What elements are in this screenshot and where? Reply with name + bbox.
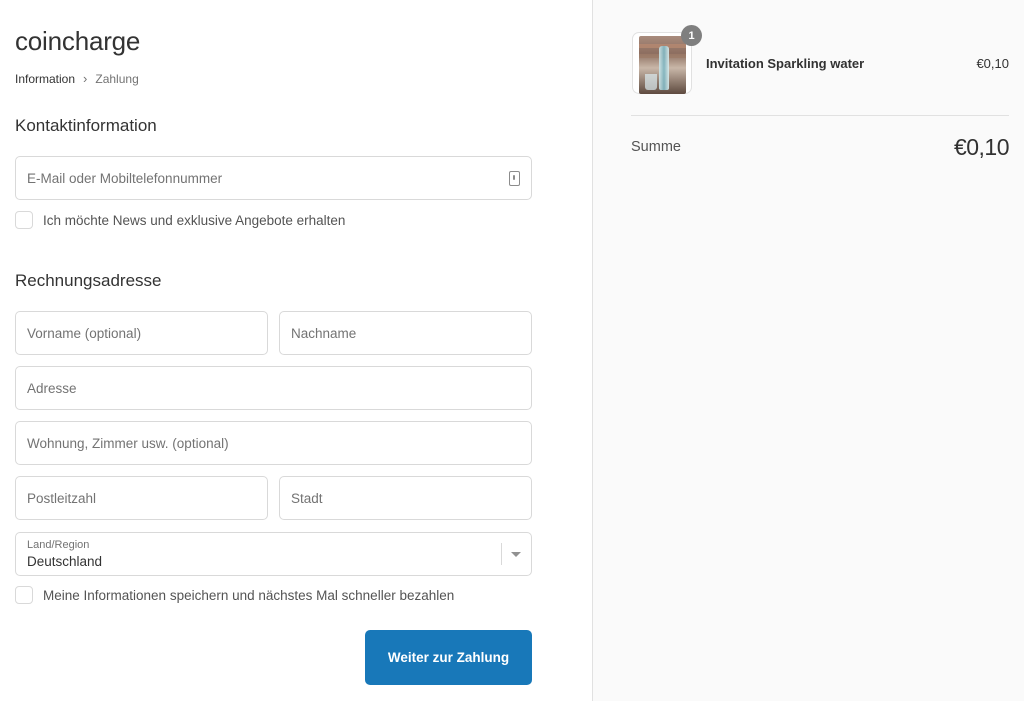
country-select[interactable]: Land/Region Deutschland <box>15 532 532 576</box>
billing-section-title: Rechnungsadresse <box>15 271 162 290</box>
checkout-main: coincharge Information › Zahlung Kontakt… <box>0 0 592 701</box>
total-value: €0,10 <box>953 134 1010 160</box>
address-field[interactable]: Adresse <box>15 366 532 410</box>
continue-to-payment-button[interactable]: Weiter zur Zahlung <box>365 630 532 685</box>
select-divider <box>501 543 502 565</box>
news-label[interactable]: Ich möchte News und exklusive Angebote e… <box>43 213 345 228</box>
summary-divider <box>631 115 1009 116</box>
save-info-row[interactable]: Meine Informationen speichern und nächst… <box>15 586 454 604</box>
save-info-label[interactable]: Meine Informationen speichern und nächst… <box>43 588 454 603</box>
zip-placeholder: Postleitzahl <box>27 490 97 506</box>
news-opt-in-row[interactable]: Ich möchte News und exklusive Angebote e… <box>15 211 345 229</box>
breadcrumb-payment[interactable]: Zahlung <box>95 72 138 86</box>
chevron-down-icon[interactable] <box>511 552 521 557</box>
address-placeholder: Adresse <box>27 380 77 396</box>
email-placeholder: E-Mail oder Mobiltelefonnummer <box>27 170 223 186</box>
last-name-field[interactable]: Nachname <box>279 311 532 355</box>
address2-placeholder: Wohnung, Zimmer usw. (optional) <box>27 435 229 451</box>
first-name-placeholder: Vorname (optional) <box>27 325 142 341</box>
first-name-field[interactable]: Vorname (optional) <box>15 311 268 355</box>
quantity-badge: 1 <box>681 25 702 46</box>
contact-section-title: Kontaktinformation <box>15 116 157 135</box>
order-summary-sidebar <box>592 0 1024 701</box>
chevron-right-icon: › <box>83 71 88 86</box>
product-image <box>639 36 686 94</box>
contact-card-icon <box>509 171 520 186</box>
country-label: Land/Region <box>27 539 90 551</box>
city-placeholder: Stadt <box>291 490 323 506</box>
last-name-placeholder: Nachname <box>291 325 357 341</box>
city-field[interactable]: Stadt <box>279 476 532 520</box>
country-value: Deutschland <box>27 554 103 569</box>
save-info-checkbox[interactable] <box>15 586 33 604</box>
product-price: €0,10 <box>976 56 1009 71</box>
shop-name[interactable]: coincharge <box>15 26 140 57</box>
news-checkbox[interactable] <box>15 211 33 229</box>
zip-field[interactable]: Postleitzahl <box>15 476 268 520</box>
product-name: Invitation Sparkling water <box>706 56 865 71</box>
email-field[interactable]: E-Mail oder Mobiltelefonnummer <box>15 156 532 200</box>
breadcrumb: Information › Zahlung <box>15 71 139 86</box>
total-label: Summe <box>631 139 681 155</box>
breadcrumb-information: Information <box>15 71 76 86</box>
address2-field[interactable]: Wohnung, Zimmer usw. (optional) <box>15 421 532 465</box>
